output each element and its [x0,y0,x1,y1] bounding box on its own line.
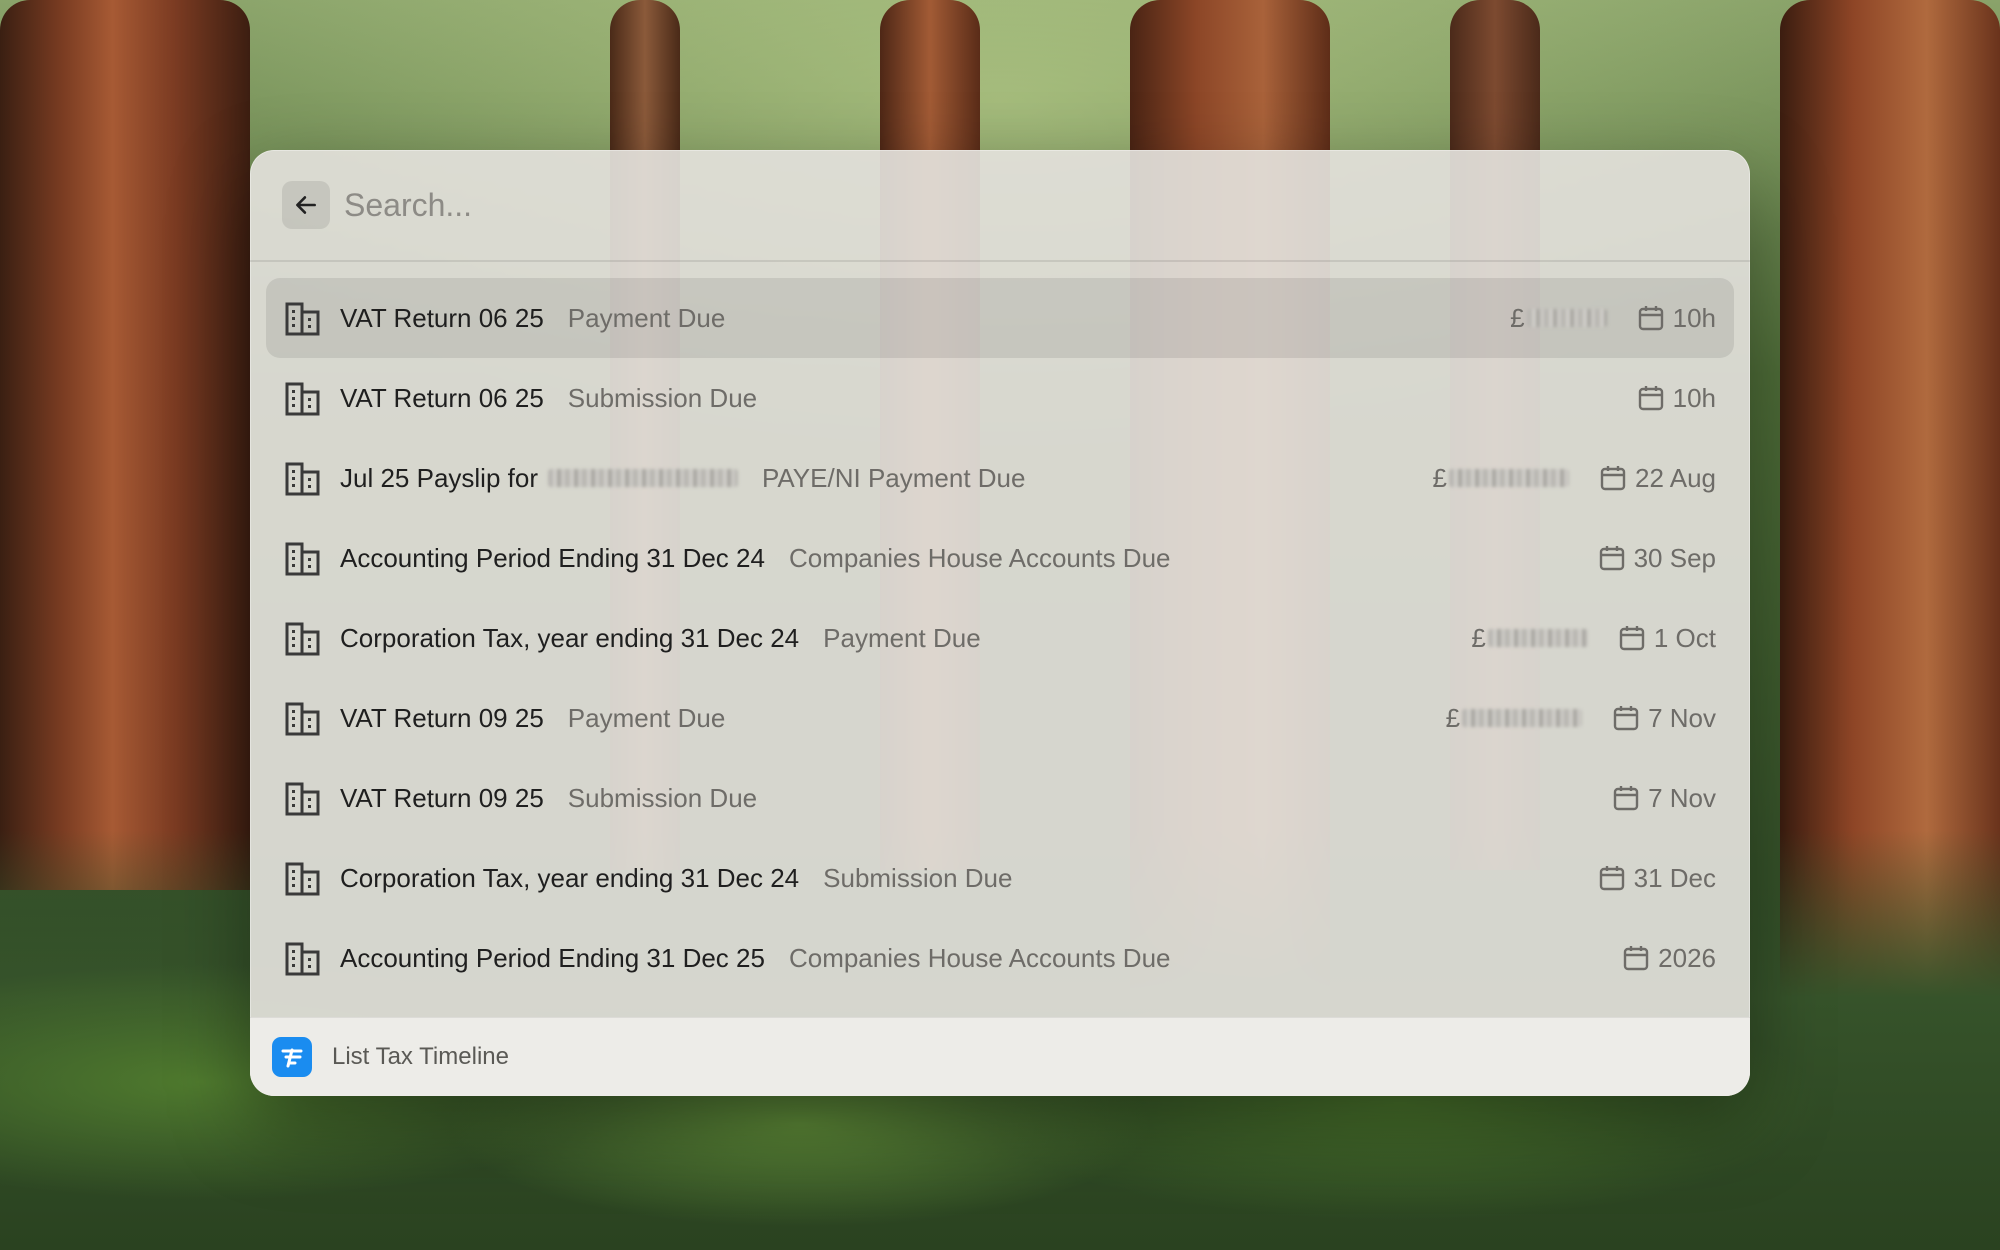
freeagent-logo-icon [272,1037,312,1077]
calendar-icon [1599,464,1627,492]
building-icon [284,459,322,497]
list-item[interactable]: VAT Return 06 25 Submission Due 10h [266,358,1734,438]
back-button[interactable] [282,181,330,229]
calendar-icon [1612,704,1640,732]
item-subtitle: Submission Due [567,382,758,413]
item-title: VAT Return 09 25 [340,702,544,733]
item-subtitle: Submission Due [823,862,1013,893]
calendar-icon [1618,624,1646,652]
list-item[interactable]: Jul 25 Payslip for PAYE/NI Payment Due £22… [266,438,1734,518]
calendar-icon [1622,944,1650,972]
item-amount: £ [1471,623,1588,654]
item-subtitle: Payment Due [567,702,726,733]
redacted-amount [1449,469,1570,487]
item-title: VAT Return 09 25 [340,782,544,813]
redacted-name [547,469,738,487]
item-title: VAT Return 06 25 [340,382,544,413]
list-item[interactable]: Corporation Tax, year ending 31 Dec 24 Pa… [266,598,1734,678]
item-title: VAT Return 06 25 [340,302,544,333]
search-input[interactable] [342,185,1718,225]
list-item[interactable]: Corporation Tax, year ending 31 Dec 24 Su… [266,838,1734,918]
item-subtitle: Companies House Accounts Due [788,542,1171,573]
item-date: 30 Sep [1598,543,1716,574]
item-subtitle: Companies House Accounts Due [788,942,1171,973]
item-date: 22 Aug [1599,463,1716,494]
list-item[interactable]: Accounting Period Ending 31 Dec 25 Compan… [266,918,1734,998]
item-date: 7 Nov [1612,783,1716,814]
item-date: 7 Nov [1612,703,1716,734]
item-title: Accounting Period Ending 31 Dec 25 [340,942,765,973]
building-icon [284,299,322,337]
redacted-amount [1487,629,1588,647]
item-date: 2026 [1622,943,1716,974]
launcher-window: VAT Return 06 25Payment Due£10hVAT Retur… [250,150,1750,1096]
building-icon [284,699,322,737]
calendar-icon [1637,384,1665,412]
footer-command-label[interactable]: List Tax Timeline [332,1043,509,1071]
item-title: Accounting Period Ending 31 Dec 24 [340,542,765,573]
item-title: Jul 25 Payslip for [340,462,538,493]
calendar-icon [1598,544,1626,572]
building-icon [284,779,322,817]
item-amount: £ [1446,703,1583,734]
calendar-icon [1598,864,1626,892]
building-icon [284,939,322,977]
item-subtitle: PAYE/NI Payment Due [761,462,1026,493]
item-date: 10h [1637,303,1716,334]
list-item[interactable]: VAT Return 09 25 Submission Due 7 Nov [266,758,1734,838]
redacted-amount [1462,709,1583,727]
calendar-icon [1637,304,1665,332]
list-item[interactable]: VAT Return 06 25 Payment Due £10h [266,278,1734,358]
item-title: Corporation Tax, year ending 31 Dec 24 [340,862,800,893]
building-icon [284,539,322,577]
arrow-left-icon [296,196,316,214]
action-bar: List Tax Timeline [250,1017,1750,1096]
item-date: 1 Oct [1618,623,1716,654]
item-date: 10h [1637,383,1716,414]
item-date: 31 Dec [1598,863,1716,894]
building-icon [284,619,322,657]
results-list: VAT Return 06 25 Payment Due £10h VAT Retur… [250,262,1750,998]
item-title: Corporation Tax, year ending 31 Dec 24 [340,622,800,653]
item-amount: £ [1510,303,1607,334]
search-bar [250,150,1750,262]
list-item[interactable]: VAT Return 09 25 Payment Due £7 Nov [266,678,1734,758]
item-amount: £ [1433,463,1570,494]
item-subtitle: Payment Due [823,622,981,653]
building-icon [284,379,322,417]
tree-trunk [0,0,250,890]
building-icon [284,859,322,897]
redacted-amount [1526,309,1607,327]
item-subtitle: Payment Due [567,302,726,333]
list-item[interactable]: Accounting Period Ending 31 Dec 24 Compan… [266,518,1734,598]
item-subtitle: Submission Due [567,782,758,813]
calendar-icon [1612,784,1640,812]
